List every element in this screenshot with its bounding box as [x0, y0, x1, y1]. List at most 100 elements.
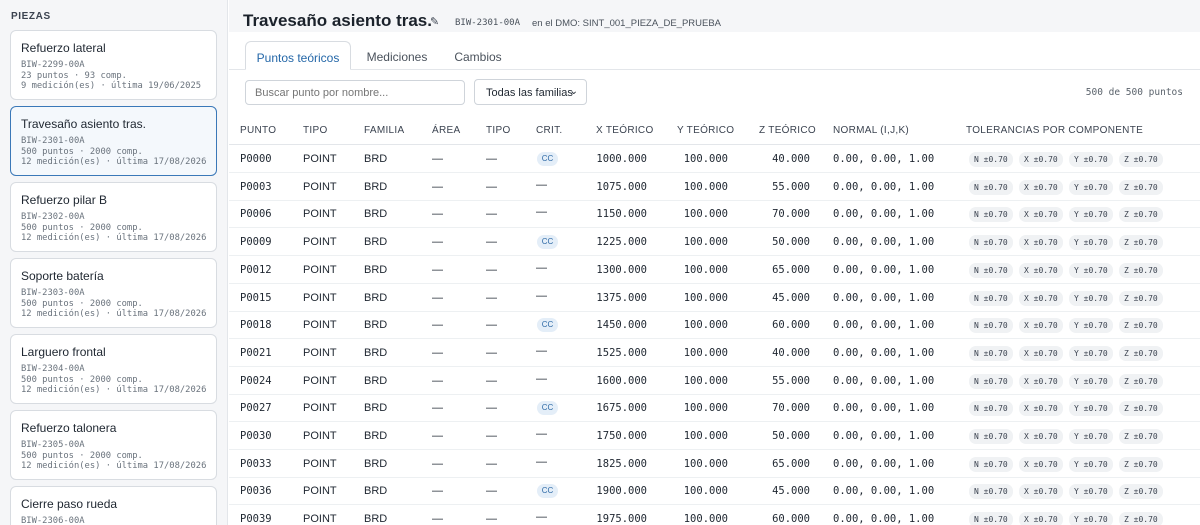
cell-y: 100.000: [683, 153, 728, 165]
cell-z: 60.000: [772, 513, 810, 525]
family-select[interactable]: Todas las familias ⌄: [474, 79, 587, 105]
cell-familia: BRD: [364, 374, 388, 387]
cell-crit: —: [536, 428, 547, 440]
search-input[interactable]: [245, 80, 465, 105]
cell-z: 50.000: [772, 236, 810, 249]
table-row[interactable]: P0039 POINT BRD — — — 1975.000 100.000 60.000 0.0…: [229, 505, 1200, 525]
col-y-teorico[interactable]: Y TEÓRICO: [677, 125, 734, 136]
cell-z: 45.000: [772, 485, 810, 498]
tolerance-chip: N ±0.70: [969, 345, 1013, 361]
table-row[interactable]: P0012 POINT BRD — — — 1300.000 100.000 65.000 0.0…: [229, 256, 1200, 284]
piece-card[interactable]: Refuerzo talonera BIW-2305-00A 500 punto…: [10, 410, 217, 480]
cell-normal: 0.00, 0.00, 1.00: [833, 319, 935, 332]
tolerance-chip: X ±0.70: [1019, 484, 1063, 500]
table-row[interactable]: P0024 POINT BRD — — — 1600.000 100.000 55.000 0.0…: [229, 367, 1200, 395]
tolerance-chip: N ±0.70: [969, 290, 1013, 306]
table-row[interactable]: P0006 POINT BRD — — — 1150.000 100.000 70.000 0.0…: [229, 200, 1200, 229]
cell-y: 100.000: [683, 485, 728, 498]
cell-tipo-2: —: [486, 457, 497, 470]
cell-tipo: POINT: [303, 513, 337, 525]
col-normal[interactable]: NORMAL (I,J,K): [833, 125, 909, 136]
piece-measurements: 12 medición(es) · última 17/08/2026: [21, 309, 207, 319]
col-x-teorico[interactable]: X TEÓRICO: [596, 125, 654, 136]
tolerance-chip: X ±0.70: [1019, 207, 1063, 223]
tolerance-chip: Y ±0.70: [1069, 179, 1113, 195]
cell-tipo-2: —: [486, 402, 497, 415]
tolerance-chip: Y ±0.70: [1069, 484, 1113, 500]
col-tipo[interactable]: TIPO: [303, 125, 328, 136]
cell-y: 100.000: [683, 236, 728, 249]
cell-crit: —: [536, 289, 547, 302]
table-row[interactable]: P0027 POINT BRD — — CC 1675.000 100.000 70.000 0.…: [229, 394, 1200, 423]
tolerance-chip: X ±0.70: [1019, 262, 1063, 278]
col-familia[interactable]: FAMILIA: [364, 125, 404, 136]
cell-familia: BRD: [364, 430, 388, 442]
cell-normal: 0.00, 0.00, 1.00: [833, 430, 935, 442]
piece-card[interactable]: Cierre paso rueda BIW-2306-00A: [10, 486, 217, 525]
tolerance-chip: Y ±0.70: [1069, 262, 1113, 278]
col-area[interactable]: ÁREA: [432, 125, 460, 136]
piece-card[interactable]: Refuerzo lateral BIW-2299-00A 23 puntos …: [10, 30, 217, 100]
piece-points: 500 puntos · 2000 comp.: [21, 450, 143, 461]
table-row[interactable]: P0003 POINT BRD — — — 1075.000 100.000 55.000 0.0…: [229, 173, 1200, 201]
tolerance-chip: Z ±0.70: [1119, 429, 1163, 444]
cell-crit: —: [536, 206, 547, 219]
col-punto[interactable]: PUNTO: [240, 125, 276, 136]
tolerance-chip: Y ±0.70: [1069, 235, 1113, 251]
piece-card[interactable]: Refuerzo pilar B BIW-2302-00A 500 puntos…: [10, 182, 217, 252]
cell-z: 55.000: [772, 180, 810, 193]
piece-card[interactable]: Larguero frontal BIW-2304-00A 500 puntos…: [10, 334, 217, 404]
tolerance-chip: Z ±0.70: [1119, 290, 1163, 306]
cell-normal: 0.00, 0.00, 1.00: [833, 402, 935, 415]
cell-tipo: POINT: [303, 263, 337, 276]
cell-punto: P0006: [240, 208, 272, 221]
tolerance-chip: N ±0.70: [969, 207, 1013, 223]
table-row[interactable]: P0033 POINT BRD — — — 1825.000 100.000 65.000 0.0…: [229, 450, 1200, 478]
tolerance-chip: Z ±0.70: [1119, 152, 1163, 167]
cell-normal: 0.00, 0.00, 1.00: [833, 208, 935, 221]
cell-area: —: [432, 457, 443, 470]
piece-measurements: 9 medición(es) · última 19/06/2025: [21, 81, 202, 91]
table-row[interactable]: P0036 POINT BRD — — CC 1900.000 100.000 45.000 0.…: [229, 477, 1200, 506]
tab-puntos-teoricos[interactable]: Puntos teóricos: [245, 41, 351, 70]
crit-badge: CC: [537, 235, 558, 250]
table-row[interactable]: P0015 POINT BRD — — — 1375.000 100.000 45.000 0.0…: [229, 284, 1200, 312]
cell-tipo: POINT: [303, 291, 337, 304]
col-tolerancias[interactable]: TOLERANCIAS POR COMPONENTE: [966, 125, 1143, 136]
tolerance-chip: Y ±0.70: [1069, 512, 1113, 525]
pencil-icon[interactable]: ✎: [430, 15, 439, 28]
cell-x: 1750.000: [596, 430, 647, 442]
piece-measurements: 12 medición(es) · última 17/08/2026: [21, 233, 207, 243]
cell-tipo-2: —: [486, 263, 497, 276]
table-row[interactable]: P0021 POINT BRD — — — 1525.000 100.000 40.000 0.0…: [229, 339, 1200, 367]
cell-crit: —: [536, 261, 547, 274]
col-z-teorico[interactable]: Z TEÓRICO: [759, 125, 816, 136]
cell-y: 100.000: [683, 263, 728, 276]
table-row[interactable]: P0018 POINT BRD — — CC 1450.000 100.000 60.000 0.…: [229, 311, 1200, 340]
page-title: Travesaño asiento tras.: [243, 11, 432, 30]
cell-area: —: [432, 513, 443, 525]
tab-cambios[interactable]: Cambios: [443, 41, 513, 70]
cell-z: 45.000: [772, 291, 810, 304]
table-row[interactable]: P0009 POINT BRD — — CC 1225.000 100.000 50.000 0.…: [229, 228, 1200, 257]
tolerance-chip: X ±0.70: [1019, 318, 1063, 334]
cell-area: —: [432, 346, 443, 359]
cell-crit: —: [536, 178, 547, 191]
cell-x: 1600.000: [596, 374, 647, 387]
tolerance-chip: Z ±0.70: [1119, 512, 1163, 525]
cell-z: 55.000: [772, 374, 810, 387]
tolerance-chip: X ±0.70: [1019, 401, 1063, 417]
cell-y: 100.000: [683, 374, 728, 387]
piece-card-selected[interactable]: Travesaño asiento tras. BIW-2301-00A 500…: [10, 106, 217, 176]
table-row[interactable]: P0000 POINT BRD — — CC 1000.000 100.000 40.000 0.…: [229, 145, 1200, 173]
tab-mediciones[interactable]: Mediciones: [359, 41, 435, 70]
cell-tipo-2: —: [486, 236, 497, 249]
piece-card[interactable]: Soporte batería BIW-2303-00A 500 puntos …: [10, 258, 217, 328]
col-tipo-2[interactable]: TIPO: [486, 125, 511, 136]
cell-x: 1675.000: [596, 402, 647, 415]
points-count: 500 de 500 puntos: [1085, 87, 1183, 98]
piece-points: 500 puntos · 2000 comp.: [21, 298, 143, 309]
col-crit[interactable]: CRIT.: [536, 125, 563, 136]
cell-z: 70.000: [772, 402, 810, 415]
table-row[interactable]: P0030 POINT BRD — — — 1750.000 100.000 50.000 0.0…: [229, 422, 1200, 450]
